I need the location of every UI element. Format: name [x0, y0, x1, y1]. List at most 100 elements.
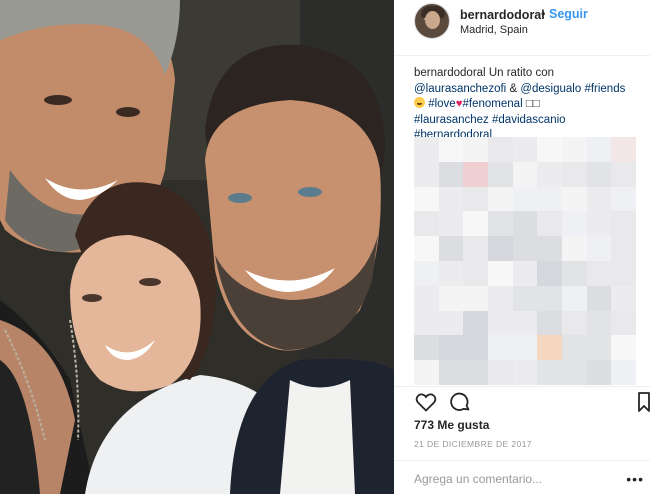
blur-pixel: [512, 360, 538, 385]
blur-pixel: [586, 186, 612, 212]
post-actions-bar: [394, 386, 650, 416]
blur-pixel: [463, 261, 489, 286]
blur-pixel: [512, 335, 538, 361]
blur-pixel: [488, 236, 513, 262]
blur-pixel: [438, 186, 464, 212]
blur-pixel: [488, 360, 513, 385]
blur-pixel: [463, 137, 489, 162]
blur-pixel: [611, 261, 636, 286]
caption-amp: &: [509, 82, 518, 95]
mention-desigualo[interactable]: @desigualo: [520, 83, 581, 95]
blur-pixel: [586, 285, 612, 311]
hashtag-friends[interactable]: #friends: [584, 83, 625, 95]
blur-pixel: [537, 285, 563, 311]
mention-laurasanchezofi[interactable]: @laurasanchezofi: [414, 83, 506, 95]
blur-pixel: [512, 310, 538, 336]
username-link[interactable]: bernardodoral: [460, 8, 545, 22]
blur-pixel: [414, 285, 439, 311]
bookmark-icon[interactable]: [638, 390, 650, 414]
blur-pixel: [512, 211, 538, 237]
blur-pixel: [414, 310, 439, 336]
blur-pixel: [488, 186, 513, 212]
blur-pixel: [512, 285, 538, 311]
blur-pixel: [438, 285, 464, 311]
blur-pixel: [611, 211, 636, 237]
blur-pixel: [611, 335, 636, 361]
comment-input[interactable]: [414, 470, 604, 488]
blur-pixel: [537, 261, 563, 286]
blur-pixel: [414, 161, 439, 187]
blur-pixel: [562, 360, 587, 385]
likes-label: Me gusta: [437, 418, 490, 432]
blur-pixel: [463, 285, 489, 311]
blur-pixel: [488, 335, 513, 361]
blur-pixel: [488, 161, 513, 187]
blur-pixel: [488, 261, 513, 286]
hashtag-davidascanio[interactable]: #davidascanio: [492, 114, 566, 126]
blur-pixel: [611, 161, 636, 187]
profile-avatar[interactable]: [414, 3, 450, 39]
blur-pixel: [537, 137, 563, 162]
blur-pixel: [562, 137, 587, 162]
blur-pixel: [562, 186, 587, 212]
blur-pixel: [463, 236, 489, 262]
red-heart-icon: ♥: [455, 98, 463, 110]
post-date: 21 DE DICIEMBRE DE 2017: [414, 439, 532, 449]
blur-pixel: [562, 335, 587, 361]
comment-bar: •••: [394, 460, 650, 494]
blur-pixel: [488, 211, 513, 237]
blur-pixel: [438, 261, 464, 286]
caption-username[interactable]: bernardodoral: [414, 67, 486, 79]
blur-pixel: [438, 360, 464, 385]
blurred-comments-area: [414, 137, 636, 385]
blur-pixel: [488, 137, 513, 162]
hashtag-laurasanchez[interactable]: #laurasanchez: [414, 114, 489, 126]
heart-outline-icon[interactable]: [414, 390, 438, 414]
blur-pixel: [586, 211, 612, 237]
hashtag-love[interactable]: #love: [428, 98, 456, 110]
blur-pixel: [562, 211, 587, 237]
blur-pixel: [562, 285, 587, 311]
caption-text: Un ratito con: [488, 67, 555, 79]
likes-count[interactable]: 773 Me gusta: [414, 418, 489, 432]
blur-pixel: [512, 261, 538, 286]
blur-pixel: [586, 335, 612, 361]
follow-button[interactable]: Seguir: [549, 7, 588, 21]
hashtag-fenomenal[interactable]: #fenomenal: [463, 98, 523, 110]
post-side-panel: bernardodoral • Seguir Madrid, Spain ber…: [394, 0, 650, 494]
blur-pixel: [463, 186, 489, 212]
blur-pixel: [463, 161, 489, 187]
blur-pixel: [611, 137, 636, 162]
blur-pixel: [611, 186, 636, 212]
blur-pixel: [586, 261, 612, 286]
blur-pixel: [611, 285, 636, 311]
post-caption: bernardodoral Un ratito con @laurasanche…: [414, 66, 644, 144]
blur-pixel: [463, 211, 489, 237]
blur-pixel: [512, 161, 538, 187]
blur-pixel: [512, 236, 538, 262]
blur-pixel: [537, 360, 563, 385]
blur-pixel: [562, 261, 587, 286]
blur-pixel: [611, 310, 636, 336]
blur-pixel: [488, 285, 513, 311]
likes-number: 773: [414, 418, 435, 432]
blur-pixel: [586, 236, 612, 262]
blur-pixel: [438, 211, 464, 237]
blur-pixel: [586, 161, 612, 187]
post-photo[interactable]: [0, 0, 394, 494]
blur-pixel: [438, 236, 464, 262]
blur-pixel: [488, 310, 513, 336]
more-options-button[interactable]: •••: [626, 471, 644, 487]
blur-pixel: [438, 310, 464, 336]
grinning-emoji-icon: [414, 97, 425, 108]
blur-pixel: [512, 186, 538, 212]
caption-trailing-glyphs: □□: [525, 98, 540, 110]
blur-pixel: [463, 310, 489, 336]
blur-pixel: [537, 161, 563, 187]
post-header: bernardodoral • Seguir Madrid, Spain: [394, 0, 650, 56]
post-photo-illustration: [0, 0, 394, 494]
blur-pixel: [611, 360, 636, 385]
location-link[interactable]: Madrid, Spain: [460, 24, 528, 36]
speech-bubble-icon[interactable]: [448, 390, 472, 414]
blur-pixel: [438, 161, 464, 187]
